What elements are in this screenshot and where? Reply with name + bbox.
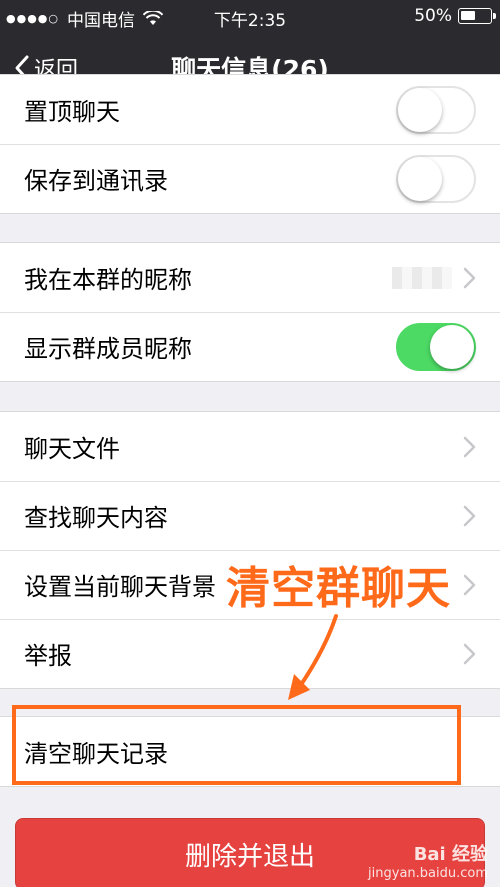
save-to-contacts-toggle[interactable] (396, 155, 476, 203)
row-label: 聊天文件 (24, 435, 120, 463)
row-report[interactable]: 举报 (0, 619, 500, 688)
row-chat-files[interactable]: 聊天文件 (0, 412, 500, 481)
watermark-url: jingyan.baidu.com (368, 866, 488, 881)
row-label: 查找聊天内容 (24, 504, 168, 532)
chevron-right-icon (463, 505, 476, 527)
nickname-value-blurred (392, 267, 452, 289)
row-search-chat[interactable]: 查找聊天内容 (0, 481, 500, 550)
show-nicknames-toggle[interactable] (396, 323, 476, 371)
chevron-right-icon (463, 267, 476, 289)
pin-chat-toggle[interactable] (396, 86, 476, 134)
settings-group-nickname: 我在本群的昵称 显示群成员昵称 (0, 242, 500, 382)
chevron-right-icon (463, 643, 476, 665)
row-pin-chat[interactable]: 置顶聊天 (0, 75, 500, 144)
chevron-right-icon (463, 574, 476, 596)
battery-icon (458, 8, 496, 24)
row-my-group-nickname[interactable]: 我在本群的昵称 (0, 243, 500, 312)
row-save-to-contacts[interactable]: 保存到通讯录 (0, 144, 500, 213)
settings-group-chat-tools: 聊天文件 查找聊天内容 设置当前聊天背景 举报 (0, 411, 500, 689)
watermark: Bai 经验 jingyan.baidu.com (368, 840, 488, 881)
annotation-arrow (288, 614, 338, 700)
annotation-highlight-box (12, 705, 461, 785)
row-show-member-nicknames[interactable]: 显示群成员昵称 (0, 312, 500, 381)
battery-percent: 50% (414, 6, 452, 26)
settings-group-top: 置顶聊天 保存到通讯录 (0, 74, 500, 214)
chevron-right-icon (463, 436, 476, 458)
row-label: 举报 (24, 642, 72, 670)
annotation-text: 清空群聊天 (226, 563, 451, 614)
status-bar: ●●●●○ 中国电信 下午2:35 50% (0, 0, 500, 36)
watermark-brand: Bai 经验 (413, 844, 488, 865)
